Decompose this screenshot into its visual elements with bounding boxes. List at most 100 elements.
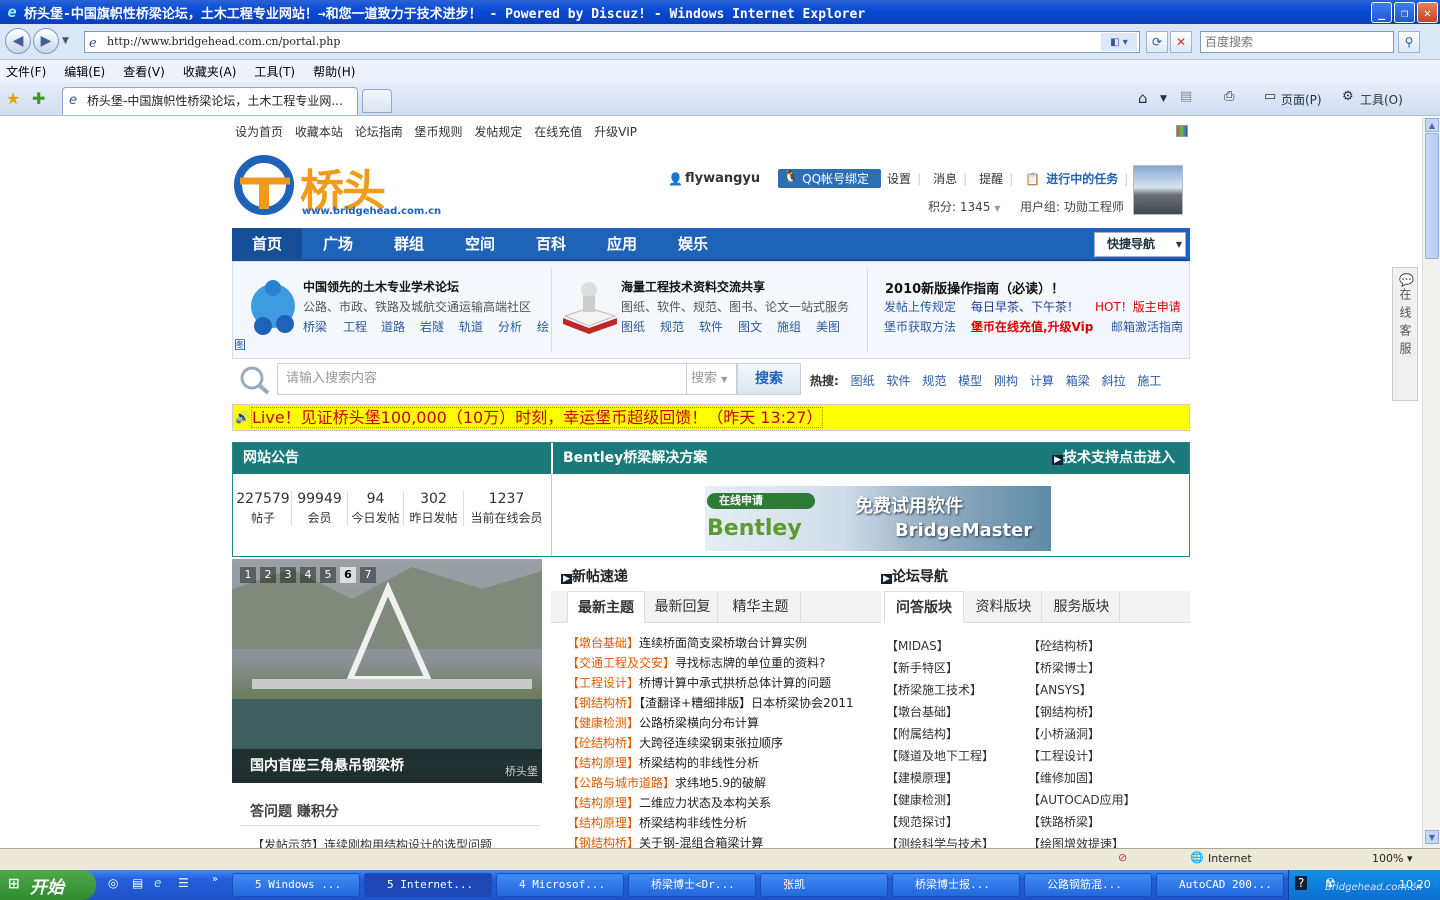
tab-service-forums[interactable]: 服务版块 (1044, 591, 1120, 623)
browser-search-button[interactable]: ⚲ (1398, 31, 1420, 53)
info1-link-bridge[interactable]: 桥梁 (303, 318, 327, 335)
vertical-scrollbar[interactable]: ▲ ▼ (1422, 117, 1440, 848)
hot-drawings[interactable]: 图纸 (851, 374, 875, 388)
menu-tools[interactable]: 工具(T) (254, 63, 295, 80)
toplink-bookmark[interactable]: 收藏本站 (295, 125, 343, 139)
slide-num[interactable]: 5 (320, 567, 336, 583)
info2-link-drawings[interactable]: 图纸 (621, 318, 645, 335)
tools-gear-icon[interactable]: ⚙ (1342, 89, 1354, 104)
tools-menu-label[interactable]: 工具(O) (1360, 91, 1403, 108)
page-menu-icon[interactable]: ▭ (1264, 89, 1276, 104)
settings-link[interactable]: 设置 (887, 170, 911, 187)
forum-link[interactable]: 【ANSYS】 (1028, 679, 1136, 701)
forum-link[interactable]: 【绘图增效提速】 (1028, 833, 1136, 848)
info1-link-drawing-wrap[interactable]: 图 (234, 336, 246, 353)
forum-link[interactable]: 【MIDAS】 (886, 635, 994, 657)
info3-moderator-apply[interactable]: HOT！版主申请 (1095, 298, 1181, 315)
hot-cable-stayed[interactable]: 斜拉 (1102, 374, 1126, 388)
hot-box-girder[interactable]: 箱梁 (1066, 374, 1090, 388)
menu-favorites[interactable]: 收藏夹(A) (183, 63, 237, 80)
forum-link[interactable]: 【桥梁施工技术】 (886, 679, 994, 701)
stop-button[interactable]: ✕ (1170, 31, 1192, 53)
info2-link-graphics[interactable]: 图文 (738, 318, 762, 335)
compat-view-icon[interactable]: ◧ ▾ (1101, 33, 1137, 51)
slide-num[interactable]: 7 (360, 567, 376, 583)
close-button[interactable]: ✕ (1417, 2, 1438, 23)
search-type-select[interactable]: 搜索 ▼ (687, 363, 737, 395)
list-item[interactable]: 【交通工程及交安】寻找标志牌的单位重的资料? (567, 653, 854, 673)
quicklaunch-icon[interactable]: ▤ (132, 876, 143, 890)
scroll-down-icon[interactable]: ▼ (1425, 830, 1439, 844)
nav-square[interactable]: 广场 (303, 228, 373, 261)
hot-construction[interactable]: 施工 (1137, 374, 1161, 388)
theme-switch-icon[interactable] (1176, 125, 1188, 137)
tab-resource-forums[interactable]: 资料版块 (966, 591, 1042, 623)
info3-recharge-vip[interactable]: 堡币在线充值,升级Vip (971, 318, 1093, 335)
nav-groups[interactable]: 群组 (374, 228, 444, 261)
photo-slideshow[interactable]: 1234567 国内首座三角悬吊钢梁桥 桥头堡 (232, 559, 542, 783)
forum-link[interactable]: 【砼结构桥】 (1028, 635, 1136, 657)
forum-link[interactable]: 【建模原理】 (886, 767, 994, 789)
toplink-vip[interactable]: 升级VIP (594, 125, 637, 139)
forum-link[interactable]: 【AUTOCAD应用】 (1028, 789, 1136, 811)
username-link[interactable]: flywangyu (685, 171, 760, 186)
slide-num[interactable]: 2 (260, 567, 276, 583)
info1-link-road[interactable]: 道路 (381, 318, 405, 335)
history-dropdown-icon[interactable]: ▼ (62, 36, 69, 46)
forum-link[interactable]: 【钢结构桥】 (1028, 701, 1136, 723)
info1-link-rail[interactable]: 轨道 (459, 318, 483, 335)
tab-latest-topics[interactable]: 最新主题 (567, 591, 645, 623)
info3-post-rules[interactable]: 发帖上传规定 (884, 298, 956, 315)
menu-view[interactable]: 查看(V) (123, 63, 165, 80)
hot-model[interactable]: 模型 (958, 374, 982, 388)
toplink-recharge[interactable]: 在线充值 (534, 125, 582, 139)
tab-digest[interactable]: 精华主题 (721, 591, 801, 623)
address-bar[interactable]: e http://www.bridgehead.com.cn/portal.ph… (84, 31, 1140, 53)
announcement-bar[interactable]: 🔊 Live！见证桥头堡100,000（10万）时刻，幸运堡币超级回馈！（昨天 … (232, 404, 1190, 431)
list-item[interactable]: 【墩台基础】连续桥面简支梁桥墩台计算实例 (567, 633, 854, 653)
help-icon[interactable]: ? (1295, 876, 1308, 890)
forum-link[interactable]: 【新手特区】 (886, 657, 994, 679)
task-dr-bridge[interactable]: 桥梁博士<Dr... (628, 873, 756, 897)
reminders-link[interactable]: 提醒 (979, 170, 1003, 187)
slide-num-current[interactable]: 6 (340, 567, 356, 583)
info1-link-analysis[interactable]: 分析 (498, 318, 522, 335)
task-report[interactable]: 桥梁博士报... (892, 873, 1020, 897)
menu-file[interactable]: 文件(F) (6, 63, 46, 80)
info2-link-specs[interactable]: 规范 (660, 318, 684, 335)
slide-num[interactable]: 1 (240, 567, 256, 583)
feeds-icon[interactable]: ▤ (1180, 89, 1192, 104)
nav-home[interactable]: 首页 (232, 228, 302, 261)
bentley-banner[interactable]: 在线申请 Bentley 免费试用软件 BridgeMaster (705, 486, 1051, 551)
tech-support-link[interactable]: ▶ 技术支持点击进入 (1052, 443, 1175, 476)
forum-link[interactable]: 【维修加固】 (1028, 767, 1136, 789)
list-item[interactable]: 【砼结构桥】大跨径连续梁钢束张拉顺序 (567, 733, 854, 753)
menu-edit[interactable]: 编辑(E) (64, 63, 105, 80)
tab-qa-forums[interactable]: 问答版块 (884, 591, 964, 623)
quicklaunch-more-icon[interactable]: » (212, 874, 218, 885)
restore-button[interactable]: ❐ (1394, 2, 1415, 23)
nav-wiki[interactable]: 百科 (516, 228, 586, 261)
nav-space[interactable]: 空间 (445, 228, 515, 261)
slide-num[interactable]: 4 (300, 567, 316, 583)
task-folder[interactable]: 张凯 (760, 873, 888, 897)
start-button[interactable]: ⊞ 开始 (0, 870, 96, 900)
avatar[interactable] (1133, 165, 1183, 215)
hot-specs[interactable]: 规范 (922, 374, 946, 388)
forum-link[interactable]: 【健康检测】 (886, 789, 994, 811)
site-search-button[interactable]: 搜索 (737, 363, 801, 395)
list-item[interactable]: 【健康检测】公路桥梁横向分布计算 (567, 713, 854, 733)
info1-link-drawing[interactable]: 绘 (537, 318, 549, 335)
task-pdf[interactable]: 公路钢筋混... (1024, 873, 1152, 897)
toplink-homepage[interactable]: 设为首页 (235, 125, 283, 139)
info1-link-tunnel[interactable]: 岩隧 (420, 318, 444, 335)
task-word[interactable]: 4 Microsof... (496, 873, 624, 897)
hot-software[interactable]: 软件 (886, 374, 910, 388)
hot-calculation[interactable]: 计算 (1030, 374, 1054, 388)
info1-link-engineering[interactable]: 工程 (343, 318, 367, 335)
toplink-coin-rules[interactable]: 堡币规则 (415, 125, 463, 139)
refresh-button[interactable]: ⟳ (1146, 31, 1168, 53)
points-display[interactable]: 积分: 1345 ▼ (928, 198, 1000, 215)
slide-num[interactable]: 3 (280, 567, 296, 583)
announcement-text[interactable]: Live！见证桥头堡100,000（10万）时刻，幸运堡币超级回馈！（昨天 13… (251, 407, 824, 428)
